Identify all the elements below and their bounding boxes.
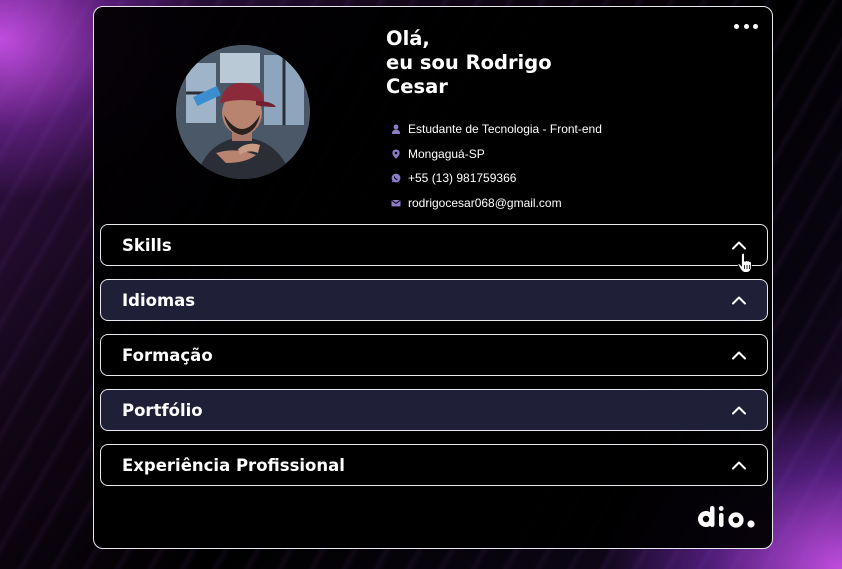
greeting-line-3: Cesar (386, 75, 448, 98)
avatar-photo (176, 45, 310, 179)
accordion-item-skills[interactable]: Skills (100, 224, 768, 266)
dot-icon (734, 23, 739, 29)
chevron-up-icon (732, 241, 746, 250)
chevron-up-icon (732, 406, 746, 415)
info-row-role: Estudante de Tecnologia - Front-end (391, 117, 602, 142)
more-options-button[interactable] (734, 21, 758, 31)
accordion-item-experiencia[interactable]: Experiência Profissional (100, 444, 768, 486)
info-text-role: Estudante de Tecnologia - Front-end (408, 122, 602, 137)
accordion-label: Idiomas (122, 290, 196, 310)
dio-logo (698, 506, 755, 528)
contact-info-list: Estudante de Tecnologia - Front-end Mong… (391, 117, 602, 215)
info-text-location: Mongaguá-SP (408, 146, 485, 161)
sections-accordion: Skills Idiomas Formação Portfólio Experi… (100, 224, 768, 499)
chevron-up-icon (732, 461, 746, 470)
info-text-email[interactable]: rodrigocesar068@gmail.com (408, 196, 562, 210)
location-pin-icon (391, 149, 401, 159)
accordion-label: Formação (122, 345, 213, 365)
dot-icon (743, 23, 749, 29)
accordion-label: Skills (122, 235, 172, 255)
greeting-line-1: Olá, (386, 27, 430, 50)
chevron-up-icon (732, 351, 746, 360)
chevron-up-icon (732, 296, 746, 305)
greeting-heading: Olá, eu sou Rodrigo Cesar (386, 27, 626, 99)
info-row-phone: +55 (13) 981759366 (391, 166, 602, 191)
greeting-line-2: eu sou Rodrigo (386, 51, 552, 74)
accordion-item-idiomas[interactable]: Idiomas (100, 279, 768, 321)
accordion-label: Portfólio (122, 400, 203, 420)
info-row-email: rodrigocesar068@gmail.com (391, 191, 602, 216)
info-text-phone[interactable]: +55 (13) 981759366 (408, 171, 516, 185)
dot-icon (753, 23, 758, 29)
accordion-item-formacao[interactable]: Formação (100, 334, 768, 376)
email-icon (391, 198, 401, 208)
profile-card: Olá, eu sou Rodrigo Cesar Estudante de T… (93, 6, 773, 549)
accordion-label: Experiência Profissional (122, 455, 345, 475)
info-row-location: Mongaguá-SP (391, 142, 602, 167)
person-icon (391, 124, 401, 135)
whatsapp-icon (391, 173, 401, 184)
accordion-item-portfolio[interactable]: Portfólio (100, 389, 768, 431)
avatar (176, 45, 310, 179)
